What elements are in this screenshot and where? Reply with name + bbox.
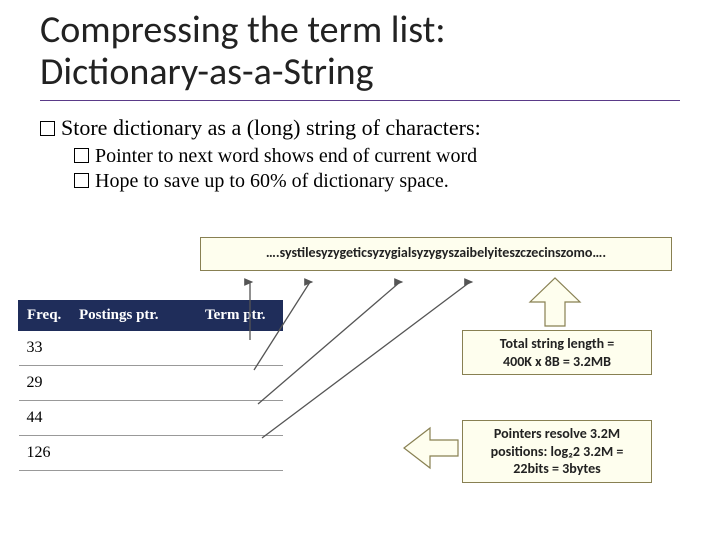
th-postings: Postings ptr. [71, 301, 197, 331]
callout-pointers: Pointers resolve 3.2M positions: log₂2 3… [462, 420, 652, 483]
th-freq: Freq. [19, 301, 71, 331]
table-row: 126 [19, 436, 283, 471]
callout-total-length: Total string length = 400K x 8B = 3.2MB [462, 330, 652, 375]
cell-postings [71, 366, 197, 401]
slide-title: Compressing the term list: Dictionary-as… [40, 10, 680, 94]
callout-line: Total string length = [500, 335, 615, 352]
bullet-square-icon [74, 148, 89, 163]
slide: Compressing the term list: Dictionary-as… [0, 0, 720, 540]
bullet-sub1-text: Pointer to next word shows end of curren… [95, 145, 477, 167]
concatenated-string-box: ….systilesyzygeticsyzygialsyzygyszaibely… [200, 237, 672, 271]
cell-freq: 33 [19, 331, 71, 366]
table-header-row: Freq. Postings ptr. Term ptr. [19, 301, 283, 331]
cell-freq: 126 [19, 436, 71, 471]
cell-term [197, 401, 283, 436]
bullet-sub2-text: Hope to save up to 60% of dictionary spa… [95, 170, 449, 192]
title-line-1: Compressing the term list: [40, 7, 446, 53]
title-underline [40, 100, 680, 101]
title-line-2: Dictionary-as-a-String [40, 49, 374, 95]
cell-postings [71, 436, 197, 471]
th-term: Term ptr. [197, 301, 283, 331]
dictionary-table: Freq. Postings ptr. Term ptr. 33 29 44 1… [18, 300, 283, 471]
cell-freq: 29 [19, 366, 71, 401]
bullet-main: Store dictionary as a (long) string of c… [40, 115, 680, 141]
cell-term [197, 331, 283, 366]
bullet-square-icon [40, 121, 55, 136]
cell-term [197, 436, 283, 471]
table-row: 44 [19, 401, 283, 436]
table-row: 29 [19, 366, 283, 401]
bullet-sub-1: Pointer to next word shows end of curren… [74, 145, 680, 168]
bullet-square-icon [74, 173, 89, 188]
table-row: 33 [19, 331, 283, 366]
callout-line: Pointers resolve 3.2M [494, 425, 620, 442]
block-arrow-up-icon [530, 278, 580, 326]
cell-postings [71, 401, 197, 436]
cell-freq: 44 [19, 401, 71, 436]
bullet-sub-2: Hope to save up to 60% of dictionary spa… [74, 170, 680, 193]
callout-line: 400K x 8B = 3.2MB [503, 353, 611, 370]
cell-term [197, 366, 283, 401]
callout-line: positions: log₂2 3.2M = [491, 443, 624, 460]
cell-postings [71, 331, 197, 366]
callout-line: 22bits = 3bytes [513, 460, 600, 477]
block-arrow-left-icon [404, 428, 458, 468]
bullet-main-text: Store dictionary as a (long) string of c… [61, 115, 481, 140]
